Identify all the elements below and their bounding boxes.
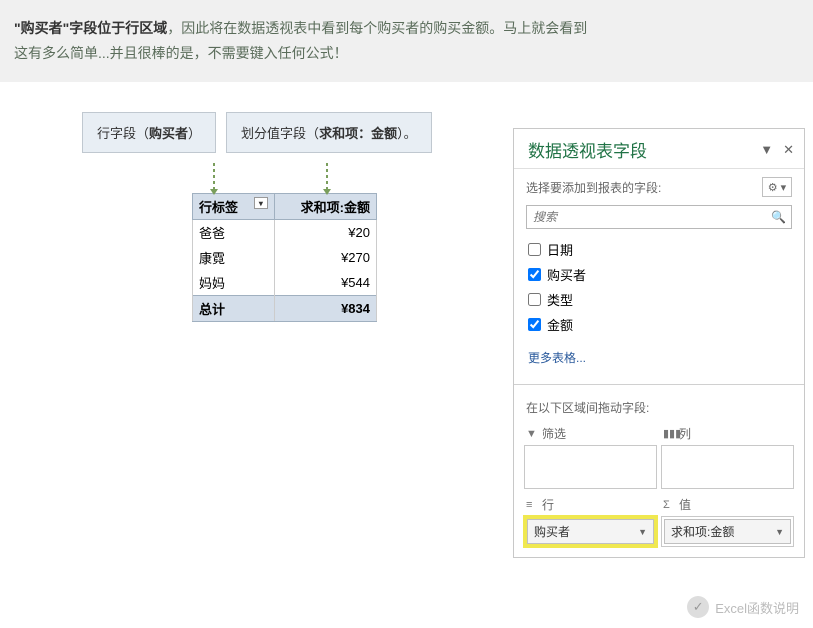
watermark: ✓ Excel函数说明 xyxy=(687,596,799,618)
intro-highlight: "购买者"字段位于行区域 xyxy=(14,20,167,36)
pivot-header-values[interactable]: 求和项:金额 xyxy=(274,194,376,220)
values-dropzone[interactable]: 求和项:金额 ▼ xyxy=(661,516,794,547)
pivot-table: 行标签 ▾ 求和项:金额 爸爸 ¥20 康霓 ¥270 妈妈 ¥544 总计 ¥… xyxy=(192,193,377,322)
table-row: 爸爸 ¥20 xyxy=(193,220,377,246)
field-checkbox[interactable] xyxy=(528,318,541,331)
table-row: 妈妈 ¥544 xyxy=(193,270,377,296)
rows-area: ≡行 购买者 ▼ xyxy=(524,493,657,547)
rows-icon: ≡ xyxy=(526,499,538,511)
row-chip-buyer[interactable]: 购买者 ▼ xyxy=(527,519,654,544)
more-tables-link[interactable]: 更多表格... xyxy=(526,345,792,370)
value-chip-sum[interactable]: 求和项:金额 ▼ xyxy=(664,519,791,544)
columns-dropzone[interactable] xyxy=(661,445,794,489)
chevron-down-icon[interactable]: ▼ xyxy=(760,142,773,158)
chevron-down-icon: ▼ xyxy=(638,527,647,537)
pivot-field-pane: 数据透视表字段 ▼ ✕ 选择要添加到报表的字段: ⚙ ▾ 🔍 日期 购买者 xyxy=(513,128,805,558)
field-checkbox[interactable] xyxy=(528,293,541,306)
pivot-total-row: 总计 ¥834 xyxy=(193,296,377,322)
arrow-row xyxy=(213,163,215,189)
search-icon[interactable]: 🔍 xyxy=(771,210,786,224)
divider xyxy=(514,384,804,385)
value-field-label: 划分值字段（求和项：金额）。 xyxy=(226,112,432,153)
field-item-amount[interactable]: 金额 xyxy=(526,312,792,337)
field-item-date[interactable]: 日期 xyxy=(526,237,792,262)
filter-icon: ▼ xyxy=(526,428,538,440)
arrow-value xyxy=(326,163,328,189)
values-area: Σ值 求和项:金额 ▼ xyxy=(661,493,794,547)
wechat-icon: ✓ xyxy=(687,596,709,618)
sigma-icon: Σ xyxy=(663,499,675,511)
pane-title: 数据透视表字段 xyxy=(528,137,647,162)
field-item-type[interactable]: 类型 xyxy=(526,287,792,312)
row-field-label: 行字段（购买者） xyxy=(82,112,216,153)
table-row: 康霓 ¥270 xyxy=(193,245,377,270)
columns-area: ▮▮▮列 xyxy=(661,422,794,489)
pane-subtitle: 选择要添加到报表的字段: xyxy=(526,179,661,196)
search-input[interactable] xyxy=(526,205,792,229)
intro-text: "购买者"字段位于行区域，因此将在数据透视表中看到每个购买者的购买金额。马上就会… xyxy=(0,0,813,82)
close-icon[interactable]: ✕ xyxy=(783,142,794,158)
pane-header: 数据透视表字段 ▼ ✕ xyxy=(514,129,804,169)
filters-area: ▼筛选 xyxy=(524,422,657,489)
chevron-down-icon: ▼ xyxy=(775,527,784,537)
field-checkbox[interactable] xyxy=(528,268,541,281)
field-item-buyer[interactable]: 购买者 xyxy=(526,262,792,287)
dropdown-icon[interactable]: ▾ xyxy=(254,197,268,209)
gear-button[interactable]: ⚙ ▾ xyxy=(762,177,792,197)
drag-areas-label: 在以下区域间拖动字段: xyxy=(514,391,804,422)
filters-dropzone[interactable] xyxy=(524,445,657,489)
rows-dropzone[interactable]: 购买者 ▼ xyxy=(524,516,657,547)
field-checkbox[interactable] xyxy=(528,243,541,256)
columns-icon: ▮▮▮ xyxy=(663,427,675,440)
field-list: 日期 购买者 类型 金额 xyxy=(526,237,792,337)
pivot-header-rows[interactable]: 行标签 ▾ xyxy=(193,194,275,220)
